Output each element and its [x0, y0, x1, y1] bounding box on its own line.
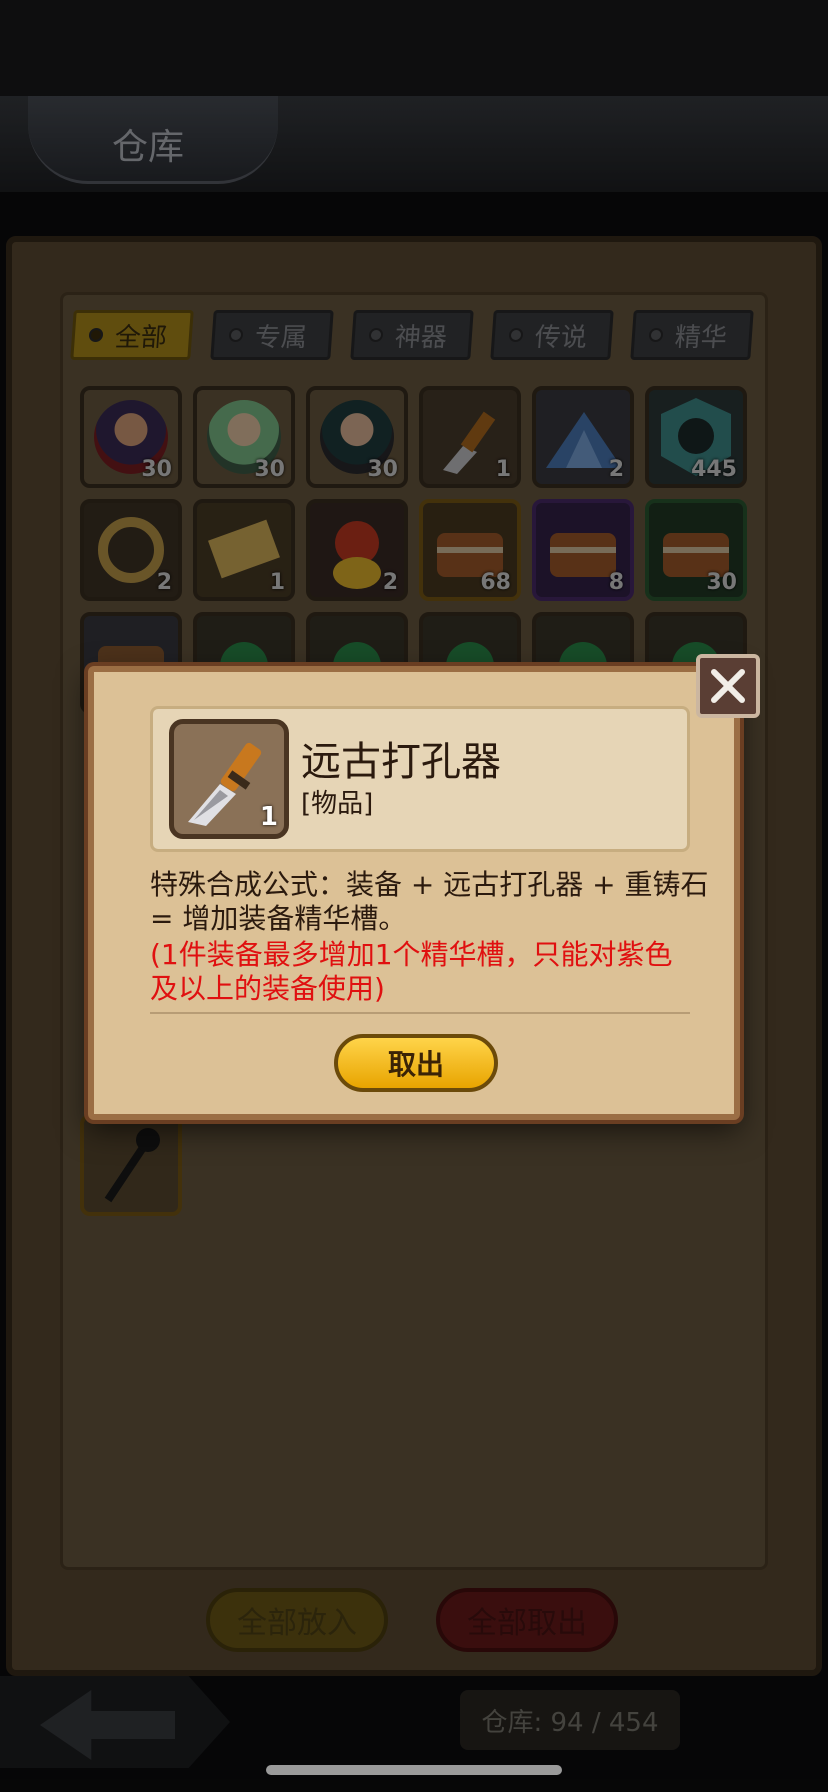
- item-name: 远古打孔器: [301, 739, 501, 785]
- divider: [150, 1012, 690, 1014]
- item-header: 1 远古打孔器 [物品]: [150, 706, 690, 852]
- take-out-button[interactable]: 取出: [334, 1034, 498, 1092]
- item-detail-dialog: 1 远古打孔器 [物品] 特殊合成公式：装备 + 远古打孔器 + 重铸石 = 增…: [88, 666, 740, 1120]
- item-type: [物品]: [301, 789, 374, 819]
- close-button[interactable]: [696, 654, 760, 718]
- item-usage-note: (1件装备最多增加1个精华槽，只能对紫色及以上的装备使用): [150, 938, 673, 1005]
- home-indicator: [266, 1765, 562, 1775]
- item-count: 1: [259, 802, 278, 832]
- item-icon-slot: 1: [169, 719, 289, 839]
- close-icon: [711, 669, 745, 703]
- item-description: 特殊合成公式：装备 + 远古打孔器 + 重铸石 = 增加装备精华槽。: [150, 868, 709, 935]
